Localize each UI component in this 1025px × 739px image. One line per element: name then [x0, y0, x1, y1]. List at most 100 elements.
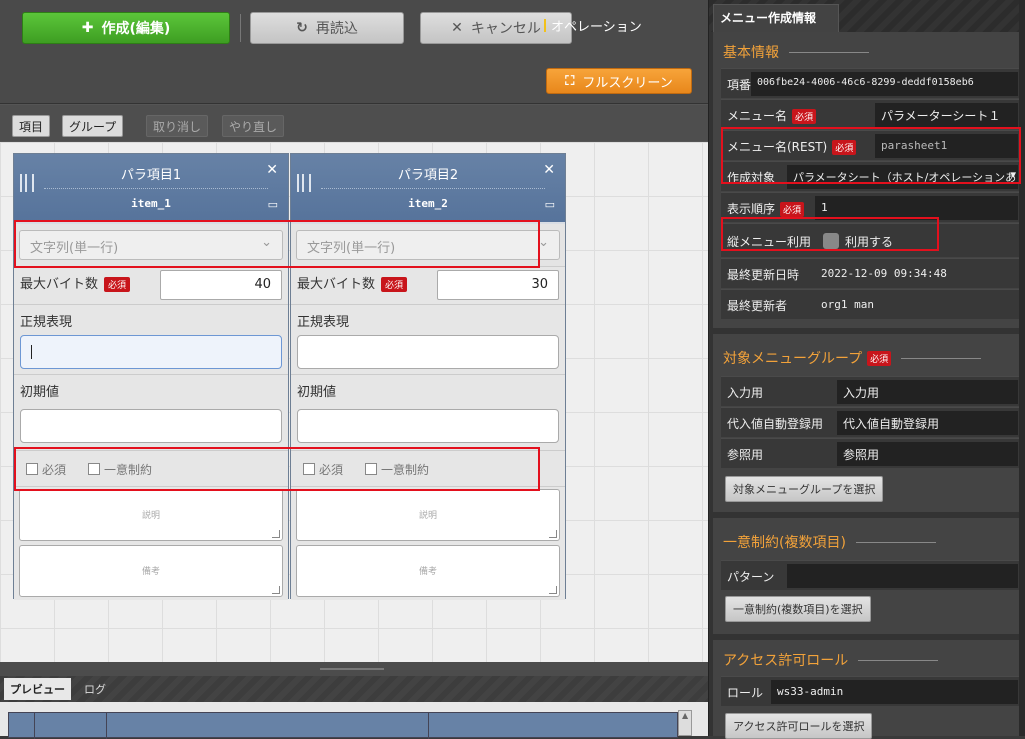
role-value: ws33-admin: [771, 680, 1018, 704]
highlight-constraint-row: [14, 447, 540, 491]
remarks-textarea[interactable]: 備考: [296, 545, 560, 597]
column-title[interactable]: パラ項目1: [44, 164, 258, 183]
ref-group-row: 参照用 参照用: [721, 438, 1022, 468]
menu-info-panel: メニュー作成情報 基本情報 項番 006fbe24-4006-46c6-8299…: [708, 0, 1025, 739]
tab-log[interactable]: ログ: [78, 678, 112, 700]
input-group-value: 入力用: [837, 380, 1018, 404]
cancel-button-label: キャンセル: [470, 21, 541, 37]
default-label: 初期値: [297, 385, 337, 400]
select-target-group-button[interactable]: 対象メニューグループを選択: [725, 476, 884, 502]
role-label: ロール: [727, 686, 764, 700]
redo-label: やり直し: [229, 119, 278, 134]
create-button[interactable]: ✚ 作成(編集): [22, 12, 230, 44]
max-bytes-label: 最大バイト数 必須: [20, 273, 131, 292]
highlight-rest-target: [721, 127, 1021, 184]
ref-group-label: 参照用: [727, 448, 764, 462]
updated-value: 2022-12-09 09:34:48: [821, 267, 947, 280]
input-group-row: 入力用 入力用: [721, 376, 1022, 406]
id-value: 006fbe24-4006-46c6-8299-deddf0158eb6: [751, 72, 1018, 96]
panel-scrollbar[interactable]: [1019, 0, 1025, 736]
description-textarea[interactable]: 説明: [296, 489, 560, 541]
updated-row: 最終更新日時 2022-12-09 09:34:48: [721, 258, 1022, 288]
section-title: 一意制約(複数項目): [723, 532, 936, 552]
pattern-value: [787, 564, 1018, 588]
required-badge: 必須: [381, 277, 408, 292]
close-icon[interactable]: ✕: [543, 162, 555, 178]
regex-input[interactable]: [20, 335, 282, 369]
description-textarea[interactable]: 説明: [19, 489, 283, 541]
fullscreen-button-label: フルスクリーン: [582, 75, 673, 91]
max-bytes-label: 最大バイト数 必須: [297, 273, 408, 292]
access-section: アクセス許可ロール ロール ws33-admin アクセス許可ロールを選択: [713, 640, 1025, 739]
toolbar-divider: [240, 14, 241, 42]
max-bytes-input[interactable]: 40: [160, 270, 282, 300]
grip-icon[interactable]: [297, 174, 311, 192]
target-group-section: 対象メニューグループ 必須 入力用 入力用 代入値自動登録用 代入値自動登録用 参…: [713, 334, 1025, 512]
panel-tabbar: メニュー作成情報: [709, 0, 1025, 32]
column-header[interactable]: パラ項目2 ✕ item_2 ▭: [291, 154, 565, 222]
redo-button[interactable]: やり直し: [222, 115, 285, 137]
auto-group-value: 代入値自動登録用: [837, 411, 1018, 435]
preview-scrollbar[interactable]: ▲: [678, 710, 692, 736]
regex-label: 正規表現: [20, 315, 73, 330]
add-group-button[interactable]: グループ: [62, 115, 124, 137]
notes-row: 説明 備考: [14, 486, 288, 600]
preview-table-header: [8, 712, 678, 739]
updated-label: 最終更新日時: [727, 268, 800, 282]
select-access-role-button[interactable]: アクセス許可ロールを選択: [725, 713, 873, 739]
undo-button[interactable]: 取り消し: [146, 115, 209, 137]
highlight-type-row: [14, 220, 540, 268]
column-name[interactable]: item_1: [44, 197, 258, 210]
menu-name-label: メニュー名 必須: [727, 107, 817, 124]
regex-input[interactable]: [297, 335, 559, 369]
header-divider: [321, 188, 545, 189]
preview-operation-header: オペレーション: [544, 16, 642, 35]
preview-header-cell: [9, 713, 35, 739]
default-input[interactable]: [297, 409, 559, 443]
menu-name-row: メニュー名 必須 パラメーターシート１: [721, 99, 1022, 129]
id-row: 項番 006fbe24-4006-46c6-8299-deddf0158eb6: [721, 68, 1022, 98]
plus-icon: ✚: [81, 20, 94, 36]
required-badge: 必須: [792, 109, 817, 124]
grip-icon[interactable]: [20, 174, 34, 192]
role-row: ロール ws33-admin: [721, 676, 1022, 706]
tab-menu-info[interactable]: メニュー作成情報: [713, 4, 839, 32]
pane-splitter[interactable]: [0, 662, 708, 676]
column-name[interactable]: item_2: [321, 197, 535, 210]
close-icon[interactable]: ✕: [266, 162, 278, 178]
remarks-textarea[interactable]: 備考: [19, 545, 283, 597]
editor-area: ✚ 作成(編集) ↻ 再読込 ✕ キャンセル ⛶ フルスクリーン 項目 グループ…: [0, 0, 708, 739]
max-bytes-row: 最大バイト数 必須 40: [14, 266, 288, 304]
default-label: 初期値: [20, 385, 60, 400]
required-badge: 必須: [867, 350, 892, 366]
required-badge: 必須: [104, 277, 131, 292]
pattern-label: パターン: [727, 570, 775, 584]
default-input[interactable]: [20, 409, 282, 443]
preview-header-cell: [107, 713, 429, 739]
tab-preview[interactable]: プレビュー: [4, 678, 71, 700]
updater-row: 最終更新者 org1 man: [721, 289, 1022, 319]
add-item-button[interactable]: 項目: [12, 115, 51, 137]
column-title[interactable]: パラ項目2: [321, 164, 535, 183]
add-item-label: 項目: [19, 119, 44, 134]
add-group-label: グループ: [69, 119, 117, 134]
unique-section: 一意制約(複数項目) パターン 一意制約(複数項目)を選択: [713, 518, 1025, 634]
updater-value: org1 man: [821, 298, 874, 311]
column-header[interactable]: パラ項目1 ✕ item_1 ▭: [14, 154, 288, 222]
order-label: 表示順序 必須: [727, 200, 805, 217]
max-bytes-input[interactable]: 30: [437, 270, 559, 300]
reload-button[interactable]: ↻ 再読込: [250, 12, 404, 44]
highlight-vertical-menu: [721, 217, 939, 251]
fullscreen-button[interactable]: ⛶ フルスクリーン: [546, 68, 692, 94]
section-title: アクセス許可ロール: [723, 650, 938, 670]
regex-label: 正規表現: [297, 315, 350, 330]
text-caret: [31, 345, 32, 359]
edit-icon[interactable]: ▭: [268, 198, 278, 211]
menu-name-input[interactable]: パラメーターシート１: [875, 103, 1018, 127]
edit-icon[interactable]: ▭: [545, 198, 555, 211]
preview-tabbar: プレビュー ログ: [0, 676, 708, 702]
default-row: 初期値: [14, 374, 288, 450]
scroll-up-icon: ▲: [682, 711, 689, 720]
select-unique-button[interactable]: 一意制約(複数項目)を選択: [725, 596, 871, 622]
auto-group-label: 代入値自動登録用: [727, 417, 824, 431]
